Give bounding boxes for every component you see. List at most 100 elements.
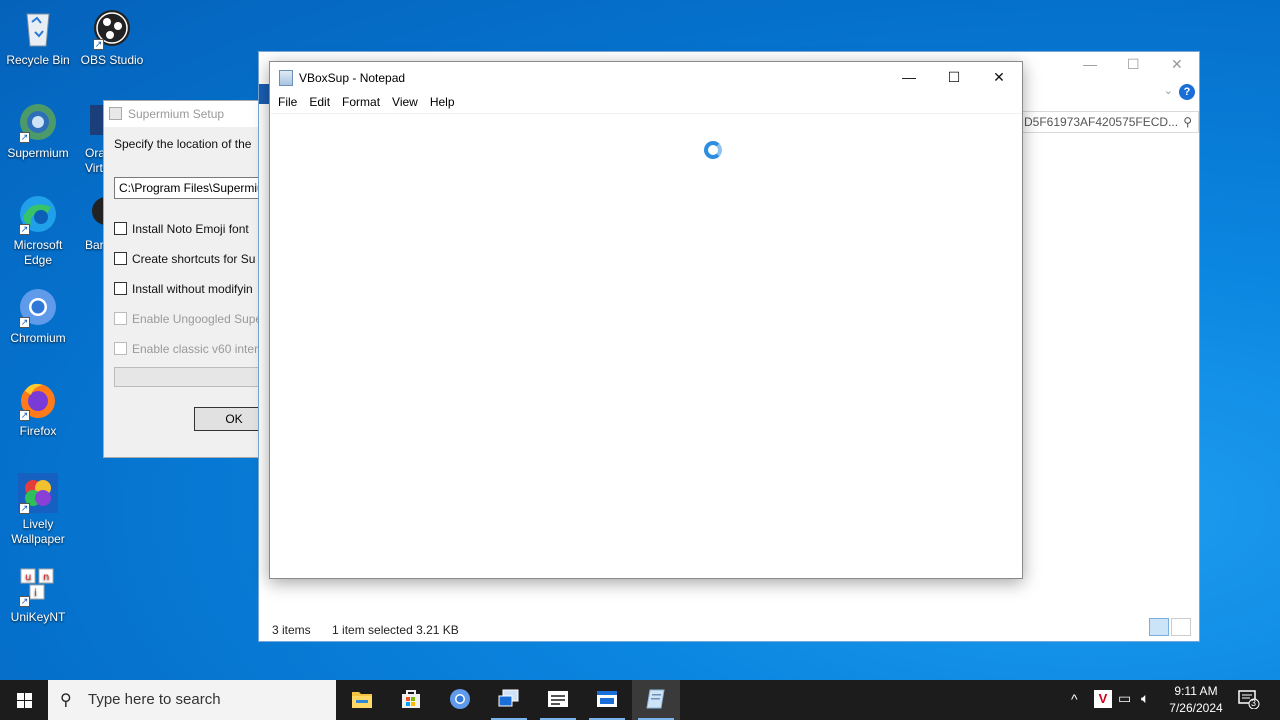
checkbox-label: Enable Ungoogled Supe <box>132 312 263 326</box>
large-icons-view-icon[interactable] <box>1171 618 1191 636</box>
desktop-icon-label: UniKeyNT <box>10 610 66 624</box>
checkbox-create-shortcuts[interactable]: Create shortcuts for Su <box>114 252 255 266</box>
setup-app-icon <box>109 107 122 120</box>
show-hidden-icons-chevron-icon[interactable]: ^ <box>1071 691 1078 720</box>
desktop: Recycle Bin ↗ OBS Studio ↗ Supermium Ora… <box>0 0 1280 680</box>
setup-title-bar[interactable]: Supermium Setup <box>104 101 272 127</box>
desktop-icon-unikeynt[interactable]: u ni ↗ UniKeyNT <box>0 565 76 625</box>
desktop-icon-label: OBS Studio <box>80 53 144 67</box>
shortcut-arrow-icon: ↗ <box>19 317 30 328</box>
view-toggle <box>1147 618 1191 639</box>
vivaldi-tray-icon[interactable]: V <box>1094 690 1112 708</box>
shortcut-arrow-icon: ↗ <box>19 596 30 607</box>
menu-help[interactable]: Help <box>424 92 461 112</box>
desktop-icon-label: Recycle Bin <box>6 53 70 67</box>
taskbar-notepad[interactable] <box>632 680 680 720</box>
close-button[interactable]: ✕ <box>976 62 1022 92</box>
loading-spinner-icon <box>704 141 722 159</box>
desktop-icon-supermium[interactable]: ↗ Supermium <box>0 101 76 161</box>
checkbox-box[interactable] <box>114 222 127 235</box>
checkbox-box[interactable] <box>114 252 127 265</box>
taskbar-setup[interactable] <box>583 680 631 720</box>
help-icon[interactable]: ? <box>1179 84 1195 100</box>
desktop-icon-lively-wallpaper[interactable]: ↗ Lively Wallpaper <box>0 472 76 547</box>
desktop-icon-firefox[interactable]: ↗ Firefox <box>0 379 76 439</box>
shortcut-arrow-icon: ↗ <box>19 224 30 235</box>
virtualbox-icon <box>86 101 104 143</box>
checkbox-box[interactable] <box>114 282 127 295</box>
desktop-icon-chromium[interactable]: ↗ Chromium <box>0 286 76 346</box>
menu-view[interactable]: View <box>386 92 424 112</box>
checkbox-label: Install Noto Emoji font <box>132 222 249 236</box>
minimize-icon[interactable]: — <box>1083 56 1097 72</box>
notepad-icon <box>646 689 665 709</box>
desktop-icon-label: Supermium <box>7 146 69 160</box>
checkbox-label: Create shortcuts for Su <box>132 252 256 266</box>
menu-format[interactable]: Format <box>336 92 386 112</box>
chromium-icon <box>450 689 470 709</box>
checkbox-enable-ungoogled: Enable Ungoogled Supe <box>114 312 262 326</box>
search-icon: ⚲ <box>60 692 72 709</box>
desktop-icon-label: Microsoft Edge <box>13 238 63 267</box>
desktop-icon-label: Ora Virt <box>85 146 104 175</box>
menu-file[interactable]: File <box>272 92 303 112</box>
close-icon[interactable]: ✕ <box>1171 56 1183 73</box>
chevron-down-icon[interactable]: ⌄ <box>1164 84 1173 97</box>
action-center-button[interactable]: 3 <box>1238 689 1260 710</box>
remote-desktop-icon <box>498 689 519 707</box>
setup-window-icon <box>597 691 617 707</box>
checkbox-label: Enable classic v60 inter <box>132 342 259 356</box>
taskbar-task-window[interactable] <box>534 680 582 720</box>
unikey-icon: u ni ↗ <box>17 565 59 607</box>
folder-icon <box>352 692 372 708</box>
taskbar-search-box[interactable]: ⚲ Type here to search <box>48 680 336 720</box>
svg-text:u: u <box>25 572 31 583</box>
checkbox-label: Install without modifyin <box>132 282 253 296</box>
explorer-status-bar: 3 items 1 item selected 3.21 KB <box>272 623 477 637</box>
desktop-icon-label: Bar <box>85 238 104 252</box>
shortcut-arrow-icon: ↗ <box>93 39 104 50</box>
notepad-window: VBoxSup - Notepad — ☐ ✕ File Edit Format Vi… <box>269 61 1023 579</box>
minimize-button[interactable]: — <box>886 62 932 92</box>
notepad-title-bar[interactable]: VBoxSup - Notepad — ☐ ✕ <box>270 62 1022 92</box>
explorer-search-box[interactable]: D5F61973AF420575FECD... ⚲ <box>1019 111 1199 133</box>
search-icon[interactable]: ⚲ <box>1183 115 1192 129</box>
network-icon[interactable]: ▭ <box>1118 690 1131 720</box>
taskbar-microsoft-store[interactable] <box>387 680 435 720</box>
svg-text:i: i <box>34 588 37 599</box>
notification-icon <box>1238 690 1260 710</box>
taskbar-remote-desktop[interactable] <box>485 680 533 720</box>
search-placeholder: Type here to search <box>88 691 221 708</box>
notification-count-badge: 3 <box>1251 698 1257 708</box>
desktop-icon-recycle-bin[interactable]: Recycle Bin <box>0 8 76 68</box>
store-icon <box>402 690 420 708</box>
desktop-icon-obs-studio[interactable]: ↗ OBS Studio <box>74 8 150 68</box>
supermium-setup-dialog: Supermium Setup Specify the location of … <box>103 100 274 458</box>
desktop-icon-label: Chromium <box>10 331 66 345</box>
notepad-title: VBoxSup - Notepad <box>299 71 406 85</box>
volume-icon[interactable]: 🔈︎ <box>1141 690 1149 720</box>
maximize-button[interactable]: ☐ <box>931 62 977 92</box>
maximize-icon[interactable]: ☐ <box>1127 56 1140 73</box>
notepad-text-area[interactable] <box>270 114 1022 578</box>
desktop-icon-oracle-virtualbox[interactable]: Ora Virt <box>74 101 104 176</box>
shortcut-arrow-icon: ↗ <box>19 503 30 514</box>
taskbar: ⚲ Type here to search ^ V ▭ 🔈︎ 9:11 AM 7… <box>0 680 1280 720</box>
notepad-app-icon <box>279 70 293 86</box>
taskbar-clock[interactable]: 9:11 AM 7/26/2024 <box>1162 683 1230 717</box>
desktop-icon-bar[interactable]: Bar <box>74 193 104 253</box>
desktop-icon-microsoft-edge[interactable]: ↗ Microsoft Edge <box>0 193 76 268</box>
obs-studio-icon: ↗ <box>91 8 133 50</box>
checkbox-install-noto-emoji[interactable]: Install Noto Emoji font <box>114 222 249 236</box>
checkbox-enable-classic-v60: Enable classic v60 inter <box>114 342 258 356</box>
menu-edit[interactable]: Edit <box>303 92 336 112</box>
taskbar-chromium[interactable] <box>436 680 484 720</box>
desktop-icon-label: Lively Wallpaper <box>11 517 65 546</box>
checkbox-install-without-modifying[interactable]: Install without modifyin <box>114 282 253 296</box>
install-path-field[interactable]: C:\Program Files\Supermiu <box>114 177 274 199</box>
taskbar-file-explorer[interactable] <box>338 680 386 720</box>
details-view-icon[interactable] <box>1149 618 1169 636</box>
clock-time: 9:11 AM <box>1174 684 1218 698</box>
svg-text:n: n <box>43 572 49 583</box>
start-button[interactable] <box>0 680 48 720</box>
